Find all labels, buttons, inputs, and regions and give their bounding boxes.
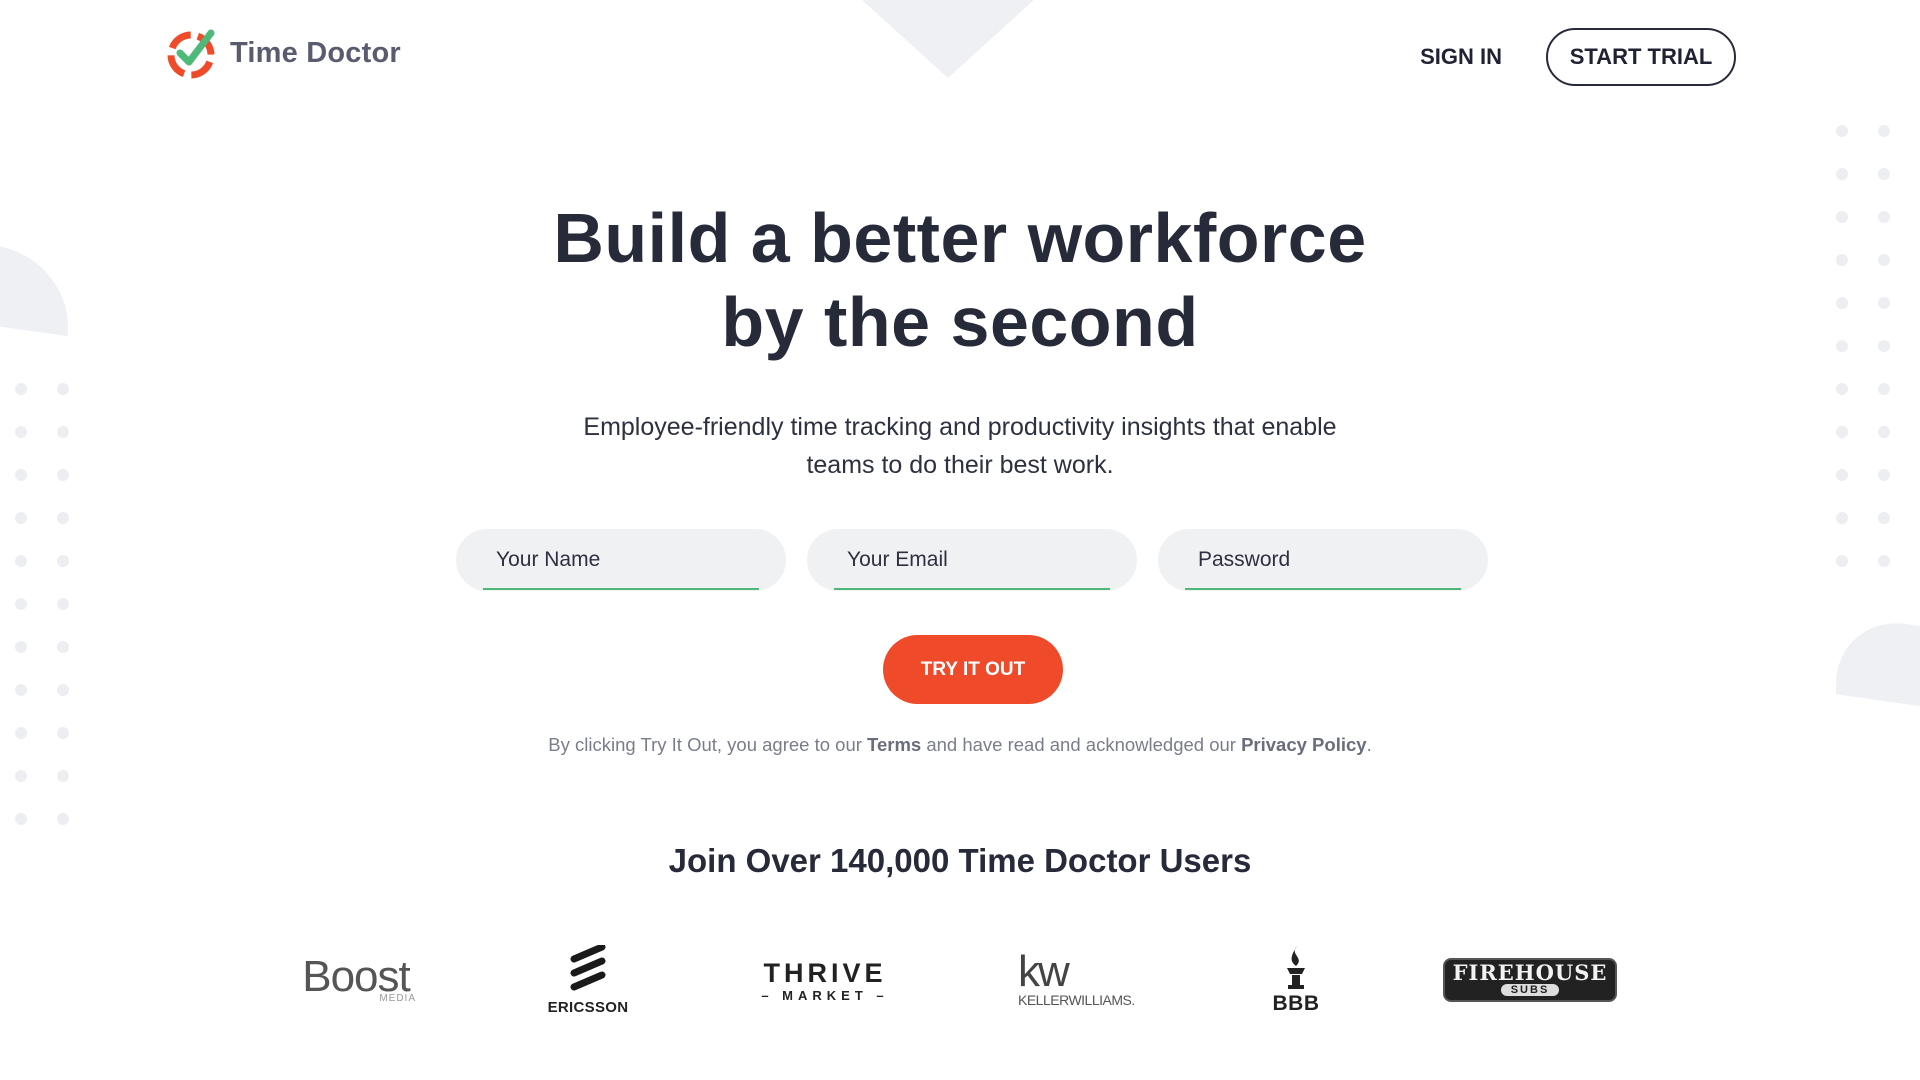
- disclaimer-suffix: .: [1366, 734, 1372, 755]
- bbb-logo: BBB: [1266, 940, 1326, 1020]
- background-blob-right: [1836, 614, 1920, 710]
- email-field-wrapper: [807, 529, 1137, 591]
- hero-headline: Build a better workforce by the second: [0, 196, 1920, 364]
- name-field-underline: [483, 588, 759, 590]
- thrive-market-subtext: – MARKET –: [761, 987, 889, 1003]
- background-chevron-shape: [818, 0, 1078, 78]
- subhead-line-2: teams to do their best work.: [806, 451, 1114, 479]
- sign-in-link[interactable]: SIGN IN: [1420, 44, 1502, 70]
- thrive-market-logo: THRIVE – MARKET –: [760, 940, 890, 1020]
- hero-subheading: Employee-friendly time tracking and prod…: [560, 408, 1360, 484]
- ericsson-wordmark: ERICSSON: [547, 998, 629, 1016]
- hero-section: Build a better workforce by the second E…: [0, 196, 1920, 484]
- social-proof-heading: Join Over 140,000 Time Doctor Users: [668, 842, 1252, 879]
- name-field-wrapper: [456, 529, 786, 591]
- ericsson-logo: ERICSSON: [543, 940, 633, 1020]
- start-trial-button[interactable]: START TRIAL: [1546, 28, 1736, 86]
- top-nav: SIGN IN START TRIAL: [1420, 28, 1736, 86]
- try-it-out-button[interactable]: TRY IT OUT: [883, 635, 1063, 704]
- email-field-underline: [834, 588, 1110, 590]
- landing-page: Time Doctor SIGN IN START TRIAL Build a …: [0, 0, 1920, 1080]
- firehouse-badge: FIREHOUSE SUBS: [1442, 958, 1618, 1002]
- boost-media-logo: Boost MEDIA: [296, 940, 416, 1020]
- headline-line-1: Build a better workforce: [553, 199, 1367, 277]
- terms-disclaimer: By clicking Try It Out, you agree to our…: [0, 734, 1920, 756]
- password-field-underline: [1185, 588, 1461, 590]
- time-doctor-check-icon: [167, 29, 215, 79]
- signup-form: [456, 529, 1488, 591]
- bbb-wordmark: BBB: [1272, 992, 1320, 1015]
- keller-williams-subtext: KELLERWILLIAMS.: [1018, 992, 1135, 1008]
- ericsson-stripes-icon: [570, 944, 606, 990]
- bbb-torch-icon: [1287, 946, 1305, 989]
- disclaimer-middle: and have read and acknowledged our: [921, 734, 1242, 755]
- terms-link[interactable]: Terms: [867, 734, 921, 755]
- boost-media-subtext: MEDIA: [379, 992, 416, 1004]
- brand-name: Time Doctor: [230, 36, 401, 69]
- brand-logo[interactable]: Time Doctor: [166, 27, 401, 79]
- thrive-wordmark: THRIVE: [763, 957, 887, 988]
- client-logo-row: Boost MEDIA ERICSSON THRIVE – MARKET – k…: [0, 940, 1920, 1020]
- password-field-wrapper: [1158, 529, 1488, 591]
- subhead-line-1: Employee-friendly time tracking and prod…: [583, 413, 1337, 441]
- name-input[interactable]: [456, 529, 786, 591]
- headline-line-2: by the second: [721, 283, 1199, 361]
- disclaimer-prefix: By clicking Try It Out, you agree to our: [548, 734, 868, 755]
- kw-wordmark: kw: [1018, 947, 1070, 996]
- firehouse-subs-subtext: SUBS: [1500, 984, 1560, 996]
- firehouse-subs-logo: FIREHOUSE SUBS: [1442, 940, 1618, 1020]
- firehouse-wordmark: FIREHOUSE: [1452, 960, 1608, 985]
- email-input[interactable]: [807, 529, 1137, 591]
- keller-williams-logo: kw KELLERWILLIAMS.: [1018, 940, 1138, 1020]
- boost-media-wordmark: Boost: [302, 951, 411, 1001]
- password-input[interactable]: [1158, 529, 1488, 591]
- privacy-policy-link[interactable]: Privacy Policy: [1241, 734, 1366, 755]
